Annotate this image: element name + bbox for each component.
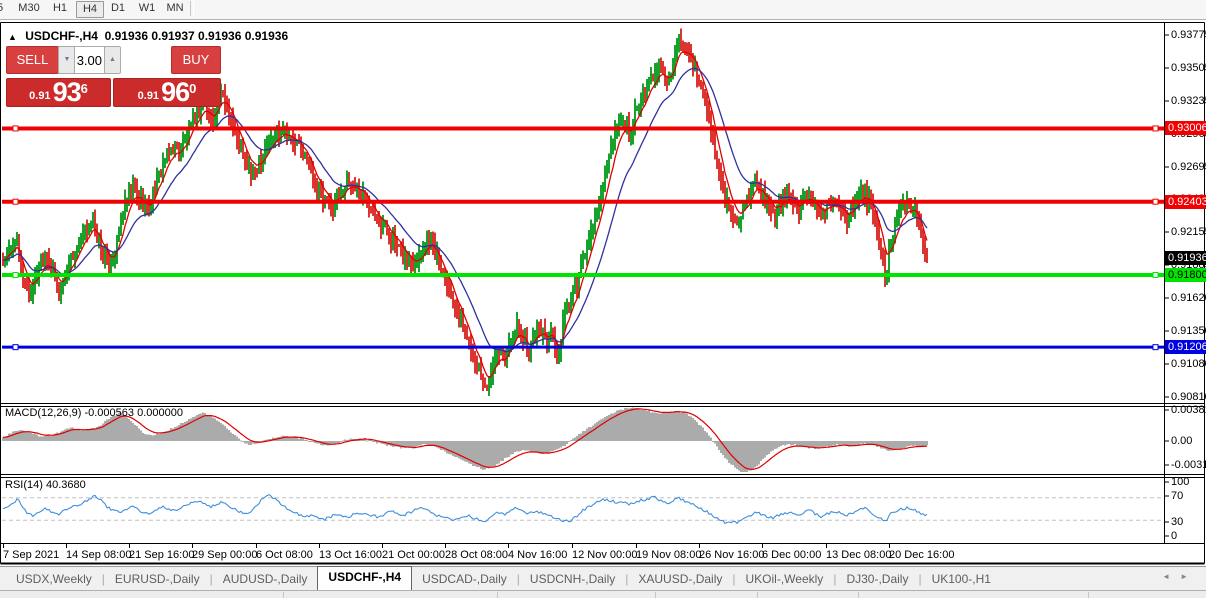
price-tick: 0.91620 [1171, 291, 1206, 305]
strip-divider [1088, 592, 1089, 598]
hline-handle [1153, 345, 1158, 350]
toolbar-separator [190, 1, 194, 16]
time-label: 28 Oct 08:00 [445, 549, 508, 561]
timeframe-toolbar: 5 M30 H1 H4D1 W1MN [0, 0, 1206, 20]
time-label: 21 Sep 16:00 [129, 549, 194, 561]
indicator-tick: 100 [1171, 475, 1189, 489]
sell-button[interactable]: SELL [6, 46, 59, 74]
chart-tab-audusd-daily[interactable]: AUDUSD-,Daily [213, 568, 318, 590]
indicator-tick: -0.003115 [1171, 458, 1206, 472]
rsi-label: RSI(14) 40.3680 [5, 479, 86, 491]
tab-scroll-left-icon[interactable]: ◄ [1162, 572, 1180, 581]
strip-divider [757, 592, 758, 598]
price-badge-0.92403: 0.92403 [1165, 195, 1206, 209]
indicator-tick: 70 [1171, 489, 1183, 503]
time-label: 4 Nov 16:00 [508, 549, 567, 561]
tab-scroll-arrows: ◄► [1162, 572, 1198, 581]
hline-handle [13, 345, 18, 350]
buy-button[interactable]: BUY [171, 46, 221, 74]
chart-tab-usdx-weekly[interactable]: USDX,Weekly [6, 568, 102, 590]
chart-tab-uk100-h1[interactable]: UK100-,H1 [922, 568, 1001, 590]
hline-handle [1153, 272, 1158, 277]
volume-input[interactable] [74, 46, 106, 74]
chart-tab-dj30-daily[interactable]: DJ30-,Daily [836, 568, 918, 590]
time-label: 6 Oct 08:00 [256, 549, 313, 561]
strip-divider [655, 592, 656, 598]
timeframe-button-mn[interactable]: MN [162, 1, 188, 16]
strip-divider [497, 592, 498, 598]
time-label: 13 Dec 08:00 [826, 549, 891, 561]
time-label: 7 Sep 2021 [3, 549, 59, 561]
price-badge-0.91936: 0.91936 [1165, 251, 1206, 265]
hline-handle [1153, 199, 1158, 204]
timeframe-button-h1[interactable]: H1 [48, 1, 72, 16]
indicator-tick: 30 [1171, 515, 1183, 529]
chart-tab-usdcad-daily[interactable]: USDCAD-,Daily [412, 568, 517, 590]
sell-price-prefix: 0.91 [29, 90, 50, 102]
time-label: 13 Oct 16:00 [319, 549, 382, 561]
sell-price-big: 93 [53, 80, 81, 105]
tab-scroll-right-icon[interactable]: ► [1180, 572, 1198, 581]
price-tick: 0.93505 [1171, 61, 1206, 75]
time-label: 29 Sep 00:00 [192, 549, 257, 561]
timeframe-button-w1[interactable]: W1 [134, 1, 160, 16]
price-badge-0.93006: 0.93006 [1165, 121, 1206, 135]
buy-price-prefix: 0.91 [138, 90, 159, 102]
time-label: 19 Nov 08:00 [636, 549, 701, 561]
hline-handle [13, 272, 18, 277]
time-label: 6 Dec 00:00 [762, 549, 821, 561]
hline-handle [13, 126, 18, 131]
price-tick: 0.91080 [1171, 357, 1206, 371]
chart-ohlc-header: ▲ USDCHF-,H4 0.91936 0.91937 0.91936 0.9… [8, 29, 288, 43]
timeframe-button-h4[interactable]: H4 [76, 1, 104, 18]
time-label: 20 Dec 16:00 [889, 549, 954, 561]
time-label: 12 Nov 00:00 [572, 549, 637, 561]
price-tick: 0.92155 [1171, 225, 1206, 239]
chart-tab-xauusd-daily[interactable]: XAUUSD-,Daily [628, 568, 732, 590]
chart-tab-bar: USDX,Weekly|EURUSD-,Daily|AUDUSD-,DailyU… [0, 566, 1206, 591]
buy-price-pip: 0 [189, 83, 196, 95]
time-label: 21 Oct 00:00 [382, 549, 445, 561]
volume-increase-button[interactable]: ▲ [104, 46, 121, 74]
time-label: 14 Sep 08:00 [66, 549, 131, 561]
chart-symbol-label: USDCHF-,H4 [25, 29, 98, 43]
collapse-triangle-icon[interactable]: ▲ [8, 32, 17, 42]
indicator-tick: 0 [1171, 529, 1177, 543]
chart-tab-usdcnh-daily[interactable]: USDCNH-,Daily [520, 568, 625, 590]
buy-price-display[interactable]: 0.91 96 0 [113, 78, 221, 107]
timeframe-button-m30[interactable]: M30 [14, 1, 44, 16]
price-tick: 0.91350 [1171, 324, 1206, 338]
price-tick: 0.92695 [1171, 160, 1206, 174]
chart-tab-eurusd-daily[interactable]: EURUSD-,Daily [105, 568, 210, 590]
indicator-tick: 0.003811 [1171, 403, 1206, 417]
timeframe-button-5[interactable]: 5 [0, 1, 7, 16]
time-label: 26 Nov 16:00 [699, 549, 764, 561]
chart-tab-ukoil-weekly[interactable]: UKOil-,Weekly [736, 568, 834, 590]
price-badge-0.91206: 0.91206 [1165, 340, 1206, 354]
timeframe-button-d1[interactable]: D1 [106, 1, 130, 16]
buy-price-big: 96 [161, 80, 189, 105]
price-tick: 0.93235 [1171, 94, 1206, 108]
price-badge-0.91800: 0.91800 [1165, 268, 1206, 282]
chart-ohlc-values: 0.91936 0.91937 0.91936 0.91936 [105, 29, 289, 43]
chart-tab-usdchf-h4[interactable]: USDCHF-,H4 [317, 566, 412, 591]
strip-divider [858, 592, 859, 598]
sell-price-pip: 6 [81, 83, 88, 95]
macd-label: MACD(12,26,9) -0.000563 0.000000 [5, 407, 183, 419]
price-tick: 0.90810 [1171, 390, 1206, 404]
strip-divider [283, 592, 284, 598]
indicator-tick: 0.00 [1171, 434, 1192, 448]
price-tick: 0.93775 [1171, 28, 1206, 42]
hline-handle [13, 199, 18, 204]
hline-handle [1153, 126, 1158, 131]
sell-price-display[interactable]: 0.91 93 6 [6, 78, 111, 107]
